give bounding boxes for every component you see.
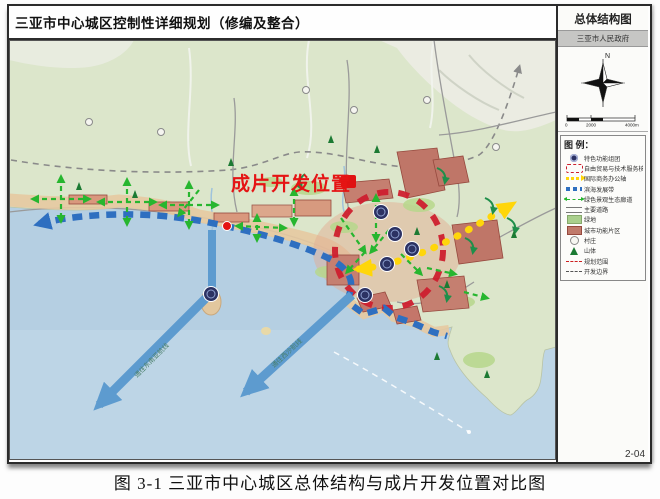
main-road-icon bbox=[564, 207, 584, 213]
scale-bar: 0 2000 4000m bbox=[563, 112, 643, 128]
sidebar-map-name: 总体结构图 bbox=[558, 6, 648, 30]
green-dashed-arrow-icon bbox=[564, 199, 584, 200]
legend-item: 山体 bbox=[564, 246, 643, 256]
legend-item: 国际商务办公轴 bbox=[564, 174, 643, 184]
legend-item: 绿地 bbox=[564, 215, 643, 225]
title-bar: 三亚市中心城区控制性详细规划（修编及整合） bbox=[9, 6, 556, 40]
red-dashed-box-icon bbox=[564, 164, 584, 173]
figure-caption: 图 3-1 三亚市中心城区总体结构与成片开发位置对比图 bbox=[0, 469, 660, 494]
legend-item: 城市功能片区 bbox=[564, 225, 643, 235]
cluster-emblem-icon bbox=[564, 154, 584, 162]
legend-item: 规划范围 bbox=[564, 256, 643, 266]
legend-item: 特色功能组团 bbox=[564, 153, 643, 163]
scale-start: 0 bbox=[565, 123, 568, 128]
development-site-dot bbox=[223, 222, 232, 231]
scale-end: 4000m bbox=[625, 123, 639, 128]
red-swatch-icon bbox=[564, 226, 584, 235]
sidebar-agency: 三亚市人民政府 bbox=[558, 30, 648, 47]
sheet-title: 三亚市中心城区控制性详细规划（修编及整合） bbox=[9, 12, 309, 32]
legend-item: 开发边界 bbox=[564, 266, 643, 276]
legend-item: 主要道路 bbox=[564, 204, 643, 214]
legend-item: 村庄 bbox=[564, 235, 643, 245]
sheet-left-column: 三亚市中心城区控制性详细规划（修编及整合） bbox=[9, 6, 556, 462]
legend-box: 图 例： 特色功能组团 自由贸易与技术服务核心 国际商务办公轴 滨海发展带 bbox=[560, 135, 646, 281]
green-swatch-icon bbox=[564, 215, 584, 224]
legend-item: 绿色景观生态廊道 bbox=[564, 194, 643, 204]
map-annotation: 成片开发位置 bbox=[231, 172, 351, 195]
small-island bbox=[261, 327, 271, 335]
legend-title: 图 例： bbox=[564, 138, 643, 151]
blue-dashed-belt-icon bbox=[564, 187, 584, 191]
yellow-dotted-axis-icon bbox=[564, 177, 584, 180]
map-area: 通往东南亚航线 通往西沙航线 bbox=[9, 40, 556, 460]
plan-sheet: 三亚市中心城区控制性详细规划（修编及整合） bbox=[7, 4, 652, 464]
legend-item: 滨海发展带 bbox=[564, 184, 643, 194]
compass-box: N 0 2000 4000m bbox=[558, 47, 648, 132]
legend-item: 自由贸易与技术服务核心 bbox=[564, 163, 643, 173]
scale-mid: 2000 bbox=[586, 123, 597, 128]
north-compass-icon: N bbox=[567, 49, 639, 111]
gray-dashed-icon bbox=[564, 271, 584, 272]
sheet-number: 2-04 bbox=[558, 449, 648, 462]
scanned-plan-page: 三亚市中心城区控制性详细规划（修编及整合） bbox=[0, 0, 660, 499]
village-dot-icon bbox=[564, 236, 584, 245]
red-dashdot-icon bbox=[564, 261, 584, 262]
mountain-tree-icon bbox=[564, 247, 584, 255]
sidebar: 总体结构图 三亚市人民政府 N 0 bbox=[556, 6, 648, 462]
planning-map: 通往东南亚航线 通往西沙航线 bbox=[9, 40, 556, 460]
north-label: N bbox=[605, 53, 610, 60]
